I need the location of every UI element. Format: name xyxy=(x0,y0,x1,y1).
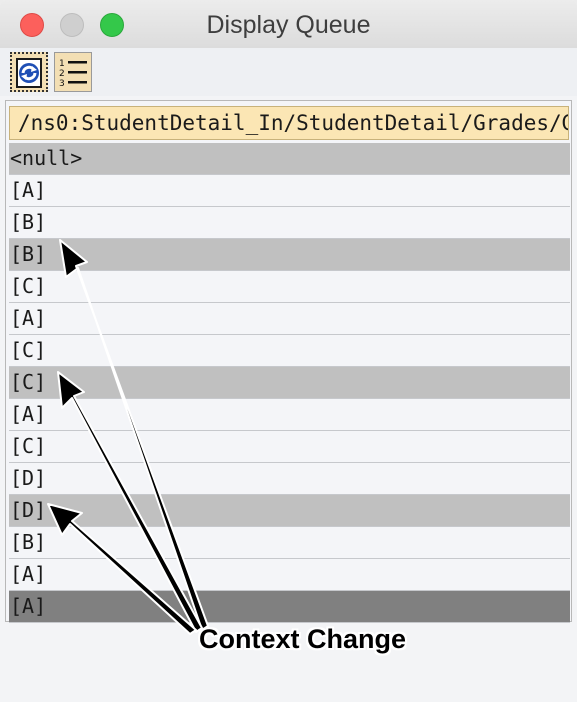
queue-row-context-change[interactable]: [D] xyxy=(9,495,570,527)
numbered-list-button[interactable]: 1 2 3 xyxy=(54,52,92,92)
refresh-button[interactable] xyxy=(10,52,48,92)
queue-panel: /ns0:StudentDetail_In/StudentDetail/Grad… xyxy=(5,100,572,623)
queue-row[interactable]: [C] xyxy=(9,335,570,367)
queue-row[interactable]: [B] xyxy=(9,207,570,239)
queue-row-context-change[interactable]: [A] xyxy=(9,591,570,623)
queue-row-context-change[interactable]: [B] xyxy=(9,239,570,271)
context-change-label: Context Change xyxy=(199,624,407,654)
svg-text:2: 2 xyxy=(59,69,65,79)
display-queue-window: Display Queue 1 2 3 /ns0:StudentDetail_I… xyxy=(0,0,577,702)
queue-row[interactable]: [A] xyxy=(9,303,570,335)
queue-row[interactable]: [C] xyxy=(9,271,570,303)
queue-row[interactable]: [A] xyxy=(9,399,570,431)
queue-row[interactable]: [A] xyxy=(9,175,570,207)
queue-row[interactable]: [A] xyxy=(9,559,570,591)
queue-row[interactable]: [C] xyxy=(9,431,570,463)
svg-text:3: 3 xyxy=(59,79,65,88)
queue-row[interactable]: [D] xyxy=(9,463,570,495)
queue-list: <null> [A] [B] [B] [C] [A] [C] [C] [A] [C] [D] [D][… xyxy=(9,143,570,623)
queue-row-context-change[interactable]: <null> xyxy=(9,143,570,175)
refresh-icon xyxy=(16,58,42,88)
queue-row[interactable]: [B] xyxy=(9,527,570,559)
window-title: Display Queue xyxy=(206,11,371,39)
title-bar[interactable]: Display Queue xyxy=(0,0,577,49)
numbered-list-icon: 1 2 3 xyxy=(59,59,87,88)
toolbar: 1 2 3 xyxy=(0,48,577,96)
queue-row-context-change[interactable]: [C] xyxy=(9,367,570,399)
svg-text:1: 1 xyxy=(59,59,65,69)
queue-path-header: /ns0:StudentDetail_In/StudentDetail/Grad… xyxy=(9,106,569,140)
